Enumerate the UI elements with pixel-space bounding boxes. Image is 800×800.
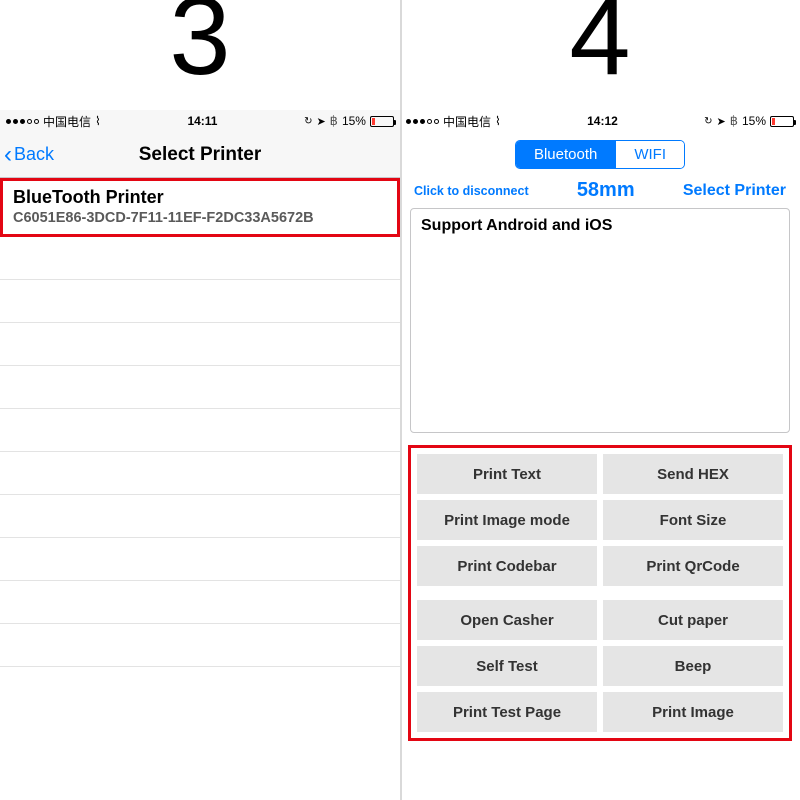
self-test-button[interactable]: Self Test [417,646,597,686]
back-label: Back [14,144,54,165]
bluetooth-icon: ฿ [330,113,338,129]
select-printer-link[interactable]: Select Printer [683,182,786,200]
open-casher-button[interactable]: Open Casher [417,600,597,640]
print-image-mode-button[interactable]: Print Image mode [417,500,597,540]
carrier-label: 中国电信 [43,113,91,130]
orientation-lock-icon: ↻ [304,116,312,127]
connection-type-tabs: Bluetooth WIFI [400,132,800,179]
clock: 14:11 [187,114,217,128]
screen-number-3: 3 [0,0,400,92]
status-bar: 中国电信 ⌇ 14:11 ↻ ➤ ฿ 15% [0,110,400,132]
action-button-panel: Print TextSend HEXPrint Image modeFont S… [408,445,792,741]
back-button[interactable]: ‹ Back [0,143,54,167]
print-test-page-button[interactable]: Print Test Page [417,692,597,732]
signal-dots-icon [6,119,39,124]
chevron-left-icon: ‹ [4,143,12,167]
wifi-icon: ⌇ [495,114,501,128]
disconnect-link[interactable]: Click to disconnect [414,184,529,198]
empty-list-area [0,237,400,800]
send-hex-button[interactable]: Send HEX [603,454,783,494]
print-text-input[interactable]: Support Android and iOS [410,208,790,433]
print-image-button[interactable]: Print Image [603,692,783,732]
printer-name: BlueTooth Printer [13,187,387,208]
battery-pct: 15% [742,114,766,128]
print-text-button[interactable]: Print Text [417,454,597,494]
printer-list-item[interactable]: BlueTooth Printer C6051E86-3DCD-7F11-11E… [0,178,400,237]
nav-bar: ‹ Back Select Printer [0,132,400,178]
location-icon: ➤ [316,115,325,128]
carrier-label: 中国电信 [443,113,491,130]
print-codebar-button[interactable]: Print Codebar [417,546,597,586]
tab-bluetooth[interactable]: Bluetooth [516,141,615,168]
page-title: Select Printer [0,144,400,166]
clock: 14:12 [587,114,618,128]
screen-number-4: 4 [400,0,800,92]
battery-pct: 15% [342,114,366,128]
battery-icon [370,116,394,127]
vertical-divider [400,0,402,800]
printer-uuid: C6051E86-3DCD-7F11-11EF-F2DC33A5672B [13,210,387,226]
bluetooth-icon: ฿ [730,113,738,129]
orientation-lock-icon: ↻ [704,116,712,127]
status-bar: 中国电信 ⌇ 14:12 ↻ ➤ ฿ 15% [400,110,800,132]
cut-paper-button[interactable]: Cut paper [603,600,783,640]
print-text-content: Support Android and iOS [421,217,612,234]
beep-button[interactable]: Beep [603,646,783,686]
location-icon: ➤ [716,115,725,128]
signal-dots-icon [406,119,439,124]
wifi-icon: ⌇ [95,114,101,128]
tab-wifi[interactable]: WIFI [615,141,684,168]
font-size-button[interactable]: Font Size [603,500,783,540]
screen-3: 3 中国电信 ⌇ 14:11 ↻ ➤ ฿ 15% [0,0,400,800]
paper-size-button[interactable]: 58mm [577,179,635,202]
screen-4: 4 中国电信 ⌇ 14:12 ↻ ➤ ฿ 15% [400,0,800,800]
battery-icon [770,116,794,127]
print-qrcode-button[interactable]: Print QrCode [603,546,783,586]
